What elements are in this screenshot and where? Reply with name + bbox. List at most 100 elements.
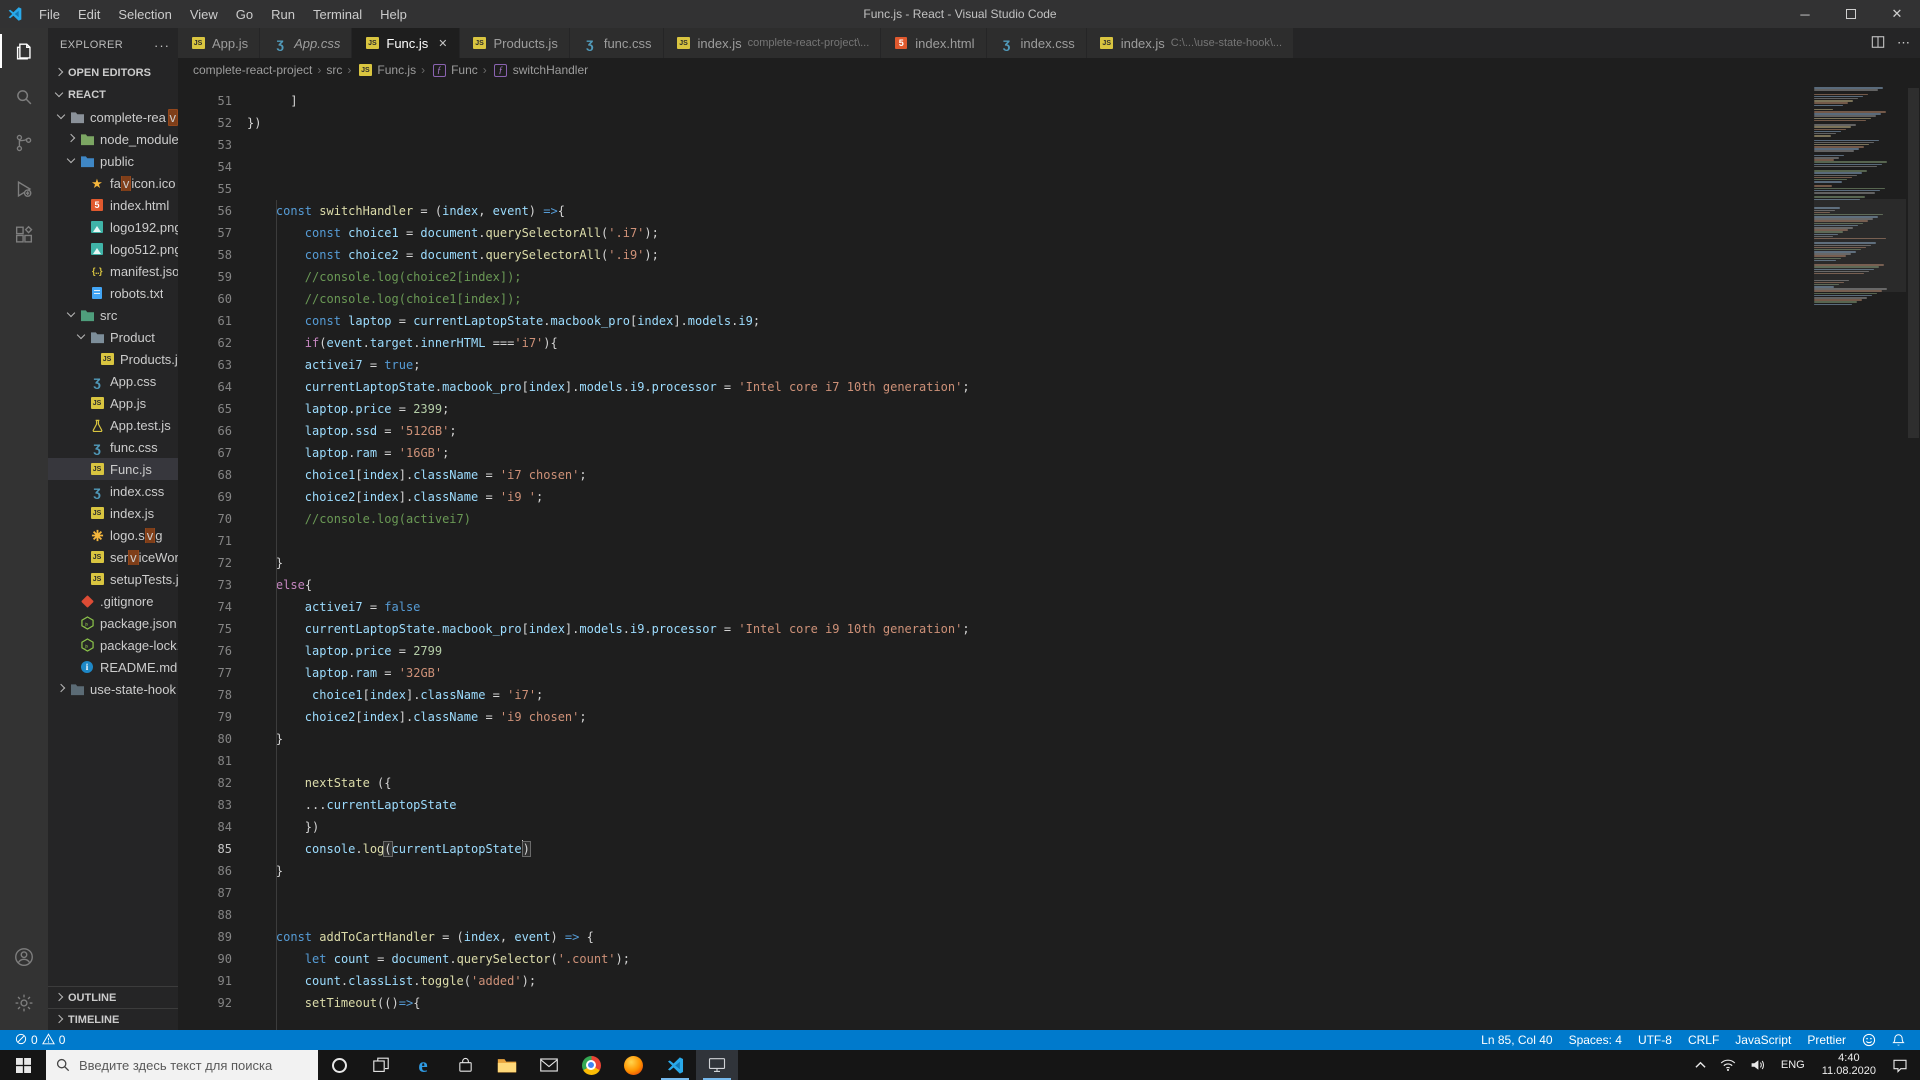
tree-item-logo.svg[interactable]: logo.s v g [48,524,178,546]
tab-Func.js[interactable]: JS Func.js ✕ [352,28,460,58]
close-button[interactable]: ✕ [1874,0,1920,28]
start-button[interactable] [0,1050,46,1080]
tree-item-use-state-hook[interactable]: use-state-hook [48,678,178,700]
tree-item-logo512.png[interactable]: logo512.png [48,238,178,260]
breadcrumb-item-Func[interactable]: ƒ Func [430,62,478,78]
tree-item-favicon.ico[interactable]: ★ fa v icon.ico [48,172,178,194]
menu-help[interactable]: Help [371,0,416,28]
tree-item-README.md[interactable]: i README.md [48,656,178,678]
tree-item-index.css[interactable]: ʒ index.css [48,480,178,502]
maximize-button[interactable] [1828,0,1874,28]
tab-index.js[interactable]: JS index.js complete-react-project\... [663,28,882,58]
tab-index.css[interactable]: ʒ index.css [986,28,1087,58]
tree-item-App.js[interactable]: JS App.js [48,392,178,414]
tree-item-index.html[interactable]: 5 index.html [48,194,178,216]
language-indicator[interactable]: ENG [1773,1059,1813,1071]
network-icon[interactable] [1713,1050,1743,1080]
tree-item-complete-react-p[interactable]: complete-react-pv [48,106,178,128]
tree-item-serviceWorker.js[interactable]: JS serviceWorker.js [48,546,178,568]
tree-item-public[interactable]: public [48,150,178,172]
tree-item-App.css[interactable]: ʒ App.css [48,370,178,392]
cursor-position[interactable]: Ln 85, Col 40 [1476,1033,1557,1047]
minimap-slider[interactable] [1814,199,1906,292]
tree-item-package-lock.json[interactable]: js package-lock.json [48,634,178,656]
breadcrumb-item-switchHandler[interactable]: ƒ switchHandler [492,62,588,78]
tree-item-Product[interactable]: Product [48,326,178,348]
notifications-bell-icon[interactable] [1887,1033,1910,1047]
tree-item-package.json[interactable]: js package.json [48,612,178,634]
feedback-smiley-icon[interactable] [1857,1033,1881,1047]
tab-index.html[interactable]: 5 index.html [881,28,987,58]
tree-item-robots.txt[interactable]: robots.txt [48,282,178,304]
mail-icon[interactable] [528,1050,570,1080]
account-icon[interactable] [0,934,48,980]
menu-edit[interactable]: Edit [69,0,109,28]
taskbar-search-input[interactable]: Введите здесь текст для поиска [46,1050,318,1080]
tree-item-logo192.png[interactable]: logo192.png [48,216,178,238]
clock[interactable]: 4:40 11.08.2020 [1813,1052,1885,1078]
tree-item-node_modules[interactable]: node_modules [48,128,178,150]
notification-center-icon[interactable] [1885,1050,1915,1080]
breadcrumb-item-Func.js[interactable]: JS Func.js [356,62,416,78]
source-control-icon[interactable] [0,120,48,166]
split-editor-icon[interactable] [1871,35,1885,52]
tab-description: complete-react-project\... [747,37,870,49]
vscode-icon[interactable] [654,1050,696,1080]
section-open-editors[interactable]: OPEN EDITORS [48,62,178,84]
edge-icon[interactable]: e [402,1050,444,1080]
tab-Products.js[interactable]: JS Products.js [459,28,570,58]
hidden-icons-chevron[interactable] [1688,1050,1713,1080]
cortana-button[interactable] [318,1050,360,1080]
menu-terminal[interactable]: Terminal [304,0,371,28]
task-view-button[interactable] [360,1050,402,1080]
menu-view[interactable]: View [181,0,227,28]
indentation[interactable]: Spaces: 4 [1564,1033,1627,1047]
tree-item-.gitignore[interactable]: .gitignore [48,590,178,612]
extensions-icon[interactable] [0,212,48,258]
tree-item-index.js[interactable]: JS index.js [48,502,178,524]
volume-icon[interactable] [1743,1050,1773,1080]
minimize-button[interactable]: ─ [1782,0,1828,28]
tree-item-src[interactable]: src [48,304,178,326]
explorer-icon[interactable] [0,28,48,74]
settings-gear-icon[interactable] [0,980,48,1026]
tab-func.css[interactable]: ʒ func.css [569,28,664,58]
code-text: const laptop = currentLaptopState.macboo… [304,314,761,328]
problems-indicator[interactable]: 0 0 [10,1032,70,1048]
encoding[interactable]: UTF-8 [1633,1033,1677,1047]
section-outline[interactable]: OUTLINE [48,986,178,1008]
chrome-icon[interactable] [570,1050,612,1080]
search-icon[interactable] [0,74,48,120]
firefox-icon[interactable] [612,1050,654,1080]
code-editor[interactable]: 51 ] 52}) 53 54 55 56 const switchHandler = (… [178,82,1920,1030]
more-actions-icon[interactable]: ⋯ [1897,35,1910,51]
tree-item-manifest.json[interactable]: {..} manifest.json [48,260,178,282]
section-timeline[interactable]: TIMELINE [48,1008,178,1030]
language-mode[interactable]: JavaScript [1730,1033,1796,1047]
close-icon[interactable]: ✕ [438,37,447,50]
tab-index.js[interactable]: JS index.js C:\...\use-state-hook\... [1086,28,1295,58]
section-react-root[interactable]: REACT [48,84,178,106]
tree-item-Func.js[interactable]: JS Func.js [48,458,178,480]
tree-item-Products.js[interactable]: JS Products.js [48,348,178,370]
tree-item-setupTests.js[interactable]: JS setupTests.js [48,568,178,590]
file-explorer-icon[interactable] [486,1050,528,1080]
breadcrumb-item-complete-react-project[interactable]: complete-react-project [193,63,312,77]
menu-file[interactable]: File [30,0,69,28]
store-icon[interactable] [444,1050,486,1080]
scrollbar[interactable] [1907,82,1920,1030]
warning-icon [41,1032,55,1048]
app-window-icon[interactable] [696,1050,738,1080]
formatter[interactable]: Prettier [1802,1033,1851,1047]
tab-App.js[interactable]: JS App.js [178,28,261,58]
breadcrumb-item-src[interactable]: src [326,63,342,77]
more-actions-icon[interactable]: ··· [154,38,170,53]
run-debug-icon[interactable] [0,166,48,212]
eol[interactable]: CRLF [1683,1033,1724,1047]
tree-item-func.css[interactable]: ʒ func.css [48,436,178,458]
tree-item-App.test.js[interactable]: App.test.js [48,414,178,436]
menu-run[interactable]: Run [262,0,304,28]
menu-go[interactable]: Go [227,0,262,28]
tab-App.css[interactable]: ʒ App.css [260,28,353,58]
menu-selection[interactable]: Selection [109,0,180,28]
